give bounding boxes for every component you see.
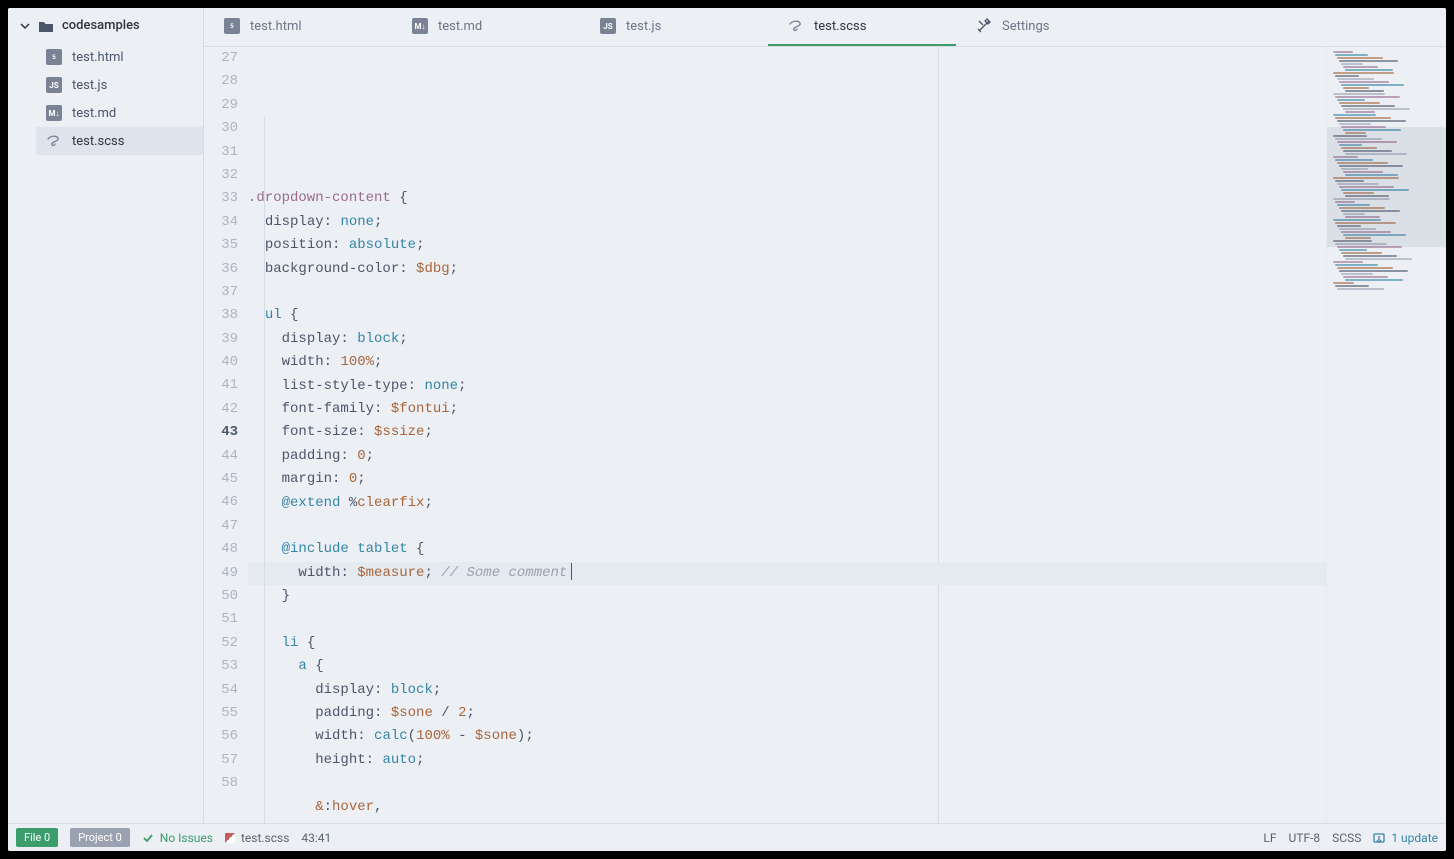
line-gutter: 2728293031323334353637383940414243444546…	[204, 47, 248, 823]
tab-label: test.js	[626, 19, 661, 34]
code-line[interactable]: ul {	[248, 304, 1326, 327]
status-language[interactable]: SCSS	[1332, 831, 1361, 845]
code-line[interactable]: font-family: $fontui;	[248, 398, 1326, 421]
file-item-label: test.js	[72, 78, 107, 93]
status-project-pill[interactable]: Project 0	[70, 828, 130, 847]
tab-js[interactable]: JS test.js	[580, 8, 768, 46]
folder-name: codesamples	[62, 18, 140, 33]
status-line-ending[interactable]: LF	[1263, 831, 1276, 845]
code-line[interactable]: }	[248, 585, 1326, 608]
code-line[interactable]: height: auto;	[248, 749, 1326, 772]
sidebar-file-list: 5 test.html JS test.js M↓ test.md test.scss	[8, 43, 203, 155]
file-item-label: test.html	[72, 50, 124, 65]
tab-label: test.scss	[814, 19, 866, 34]
scss-file-icon	[788, 18, 804, 34]
code-line[interactable]: margin: 0;	[248, 468, 1326, 491]
code-line[interactable]: display: block;	[248, 679, 1326, 702]
main-area: codesamples 5 test.html JS test.js M↓ test.md…	[8, 8, 1446, 823]
sidebar-folder-header[interactable]: codesamples	[8, 8, 203, 43]
code-line[interactable]: @extend %clearfix;	[248, 492, 1326, 515]
code-line[interactable]: width: $measure; // Some comment	[248, 562, 1326, 585]
code-line[interactable]: &:focus {	[248, 819, 1326, 823]
update-icon	[1373, 832, 1385, 844]
status-update-label: 1 update	[1391, 831, 1438, 845]
status-bar: File 0 Project 0 No Issues test.scss 43:…	[8, 823, 1446, 851]
tab-md[interactable]: M↓ test.md	[392, 8, 580, 46]
code-line[interactable]: &:hover,	[248, 796, 1326, 819]
dirty-file-icon	[225, 833, 235, 843]
file-item-js[interactable]: JS test.js	[36, 71, 203, 99]
file-item-md[interactable]: M↓ test.md	[36, 99, 203, 127]
code-content[interactable]: .dropdown-content { display: none; posit…	[248, 47, 1326, 823]
md-file-icon: M↓	[412, 18, 428, 34]
scss-file-icon	[46, 133, 62, 149]
code-line[interactable]: display: none;	[248, 211, 1326, 234]
code-line[interactable]: width: calc(100% - $sone);	[248, 725, 1326, 748]
check-icon	[142, 832, 154, 844]
folder-icon	[38, 19, 54, 33]
code-line[interactable]	[248, 772, 1326, 795]
status-file-count: 0	[44, 831, 50, 844]
js-file-icon: JS	[600, 18, 616, 34]
file-item-label: test.md	[72, 106, 116, 121]
file-item-html[interactable]: 5 test.html	[36, 43, 203, 71]
js-file-icon: JS	[46, 77, 62, 93]
indent-guide	[264, 117, 265, 823]
sidebar: codesamples 5 test.html JS test.js M↓ test.md…	[8, 8, 204, 823]
tab-bar: 5 test.html M↓ test.md JS test.js test.scss Set…	[204, 8, 1446, 47]
tab-scss[interactable]: test.scss	[768, 8, 956, 46]
status-issues[interactable]: No Issues	[142, 831, 213, 845]
tab-html[interactable]: 5 test.html	[204, 8, 392, 46]
code-line[interactable]: @include tablet {	[248, 538, 1326, 561]
status-filename: test.scss	[241, 831, 289, 845]
app-window: codesamples 5 test.html JS test.js M↓ test.md…	[8, 8, 1446, 851]
minimap[interactable]	[1326, 47, 1446, 823]
code-line[interactable]: padding: 0;	[248, 445, 1326, 468]
cursor	[571, 563, 572, 580]
code-line[interactable]: padding: $sone / 2;	[248, 702, 1326, 725]
code-line[interactable]: list-style-type: none;	[248, 375, 1326, 398]
tab-label: Settings	[1002, 19, 1049, 34]
content-area: 5 test.html M↓ test.md JS test.js test.scss Set…	[204, 8, 1446, 823]
status-current-file[interactable]: test.scss	[225, 831, 289, 845]
html-file-icon: 5	[224, 18, 240, 34]
tab-settings[interactable]: Settings	[956, 8, 1144, 46]
html-file-icon: 5	[46, 49, 62, 65]
file-item-scss[interactable]: test.scss	[36, 127, 203, 155]
settings-icon	[976, 18, 992, 34]
status-project-count: 0	[116, 831, 122, 844]
status-project-label: Project	[78, 831, 113, 844]
code-line[interactable]: .dropdown-content {	[248, 187, 1326, 210]
code-line[interactable]: display: block;	[248, 328, 1326, 351]
code-line[interactable]	[248, 281, 1326, 304]
code-line[interactable]: background-color: $dbg;	[248, 258, 1326, 281]
chevron-down-icon	[20, 21, 30, 31]
code-line[interactable]	[248, 608, 1326, 631]
code-line[interactable]: font-size: $ssize;	[248, 421, 1326, 444]
status-update[interactable]: 1 update	[1373, 831, 1438, 845]
md-file-icon: M↓	[46, 105, 62, 121]
tab-label: test.md	[438, 19, 482, 34]
status-encoding[interactable]: UTF-8	[1289, 831, 1321, 845]
code-editor[interactable]: 2728293031323334353637383940414243444546…	[204, 47, 1326, 823]
code-line[interactable]: position: absolute;	[248, 234, 1326, 257]
code-line[interactable]	[248, 515, 1326, 538]
status-file-label: File	[24, 831, 41, 844]
code-line[interactable]: li {	[248, 632, 1326, 655]
file-item-label: test.scss	[72, 134, 124, 149]
editor-area: 2728293031323334353637383940414243444546…	[204, 47, 1446, 823]
tab-label: test.html	[250, 19, 302, 34]
status-cursor-pos[interactable]: 43:41	[301, 831, 331, 845]
minimap-viewport[interactable]	[1327, 127, 1446, 247]
status-issues-label: No Issues	[160, 831, 213, 845]
code-line[interactable]: width: 100%;	[248, 351, 1326, 374]
status-file-pill[interactable]: File 0	[16, 828, 58, 847]
code-line[interactable]: a {	[248, 655, 1326, 678]
